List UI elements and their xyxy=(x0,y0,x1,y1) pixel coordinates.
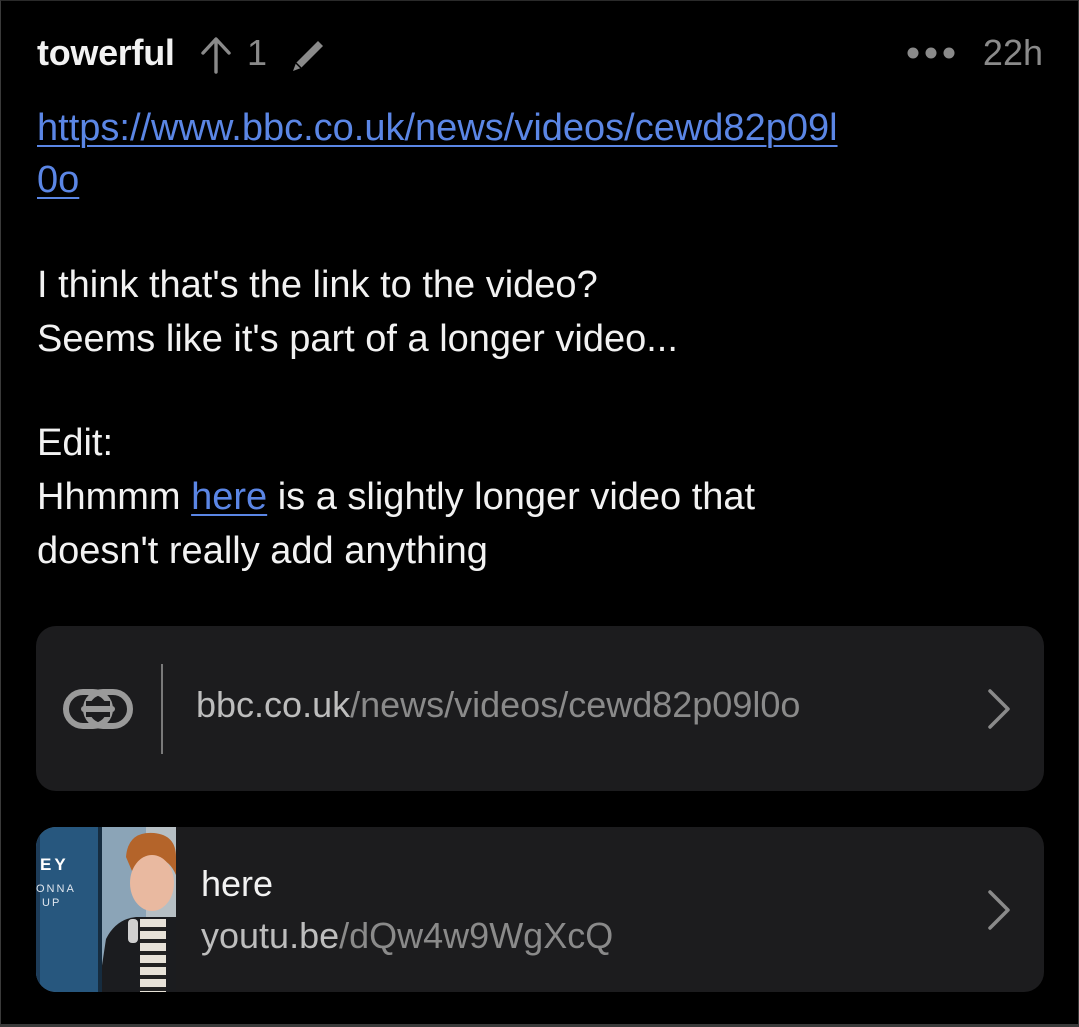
video-thumbnail: EY ONNA UP xyxy=(36,827,176,992)
upvote-count: 1 xyxy=(247,32,268,73)
thumb-text: UP xyxy=(42,897,62,909)
youtube-card-path: /dQw4w9WgXcQ xyxy=(339,915,614,956)
bbc-card-host: bbc.co.uk xyxy=(196,684,351,725)
comment-text-line: I think that's the link to the video? xyxy=(37,264,598,306)
chevron-right-icon xyxy=(988,689,1010,729)
arrow-up-icon[interactable] xyxy=(198,34,234,74)
card-divider xyxy=(161,664,163,754)
thumb-text: EY xyxy=(40,855,69,874)
comment-text-line: Seems like it's part of a longer video..… xyxy=(37,318,678,360)
youtube-card-url: youtu.be/dQw4w9WgXcQ xyxy=(201,915,613,957)
pencil-icon[interactable] xyxy=(288,34,330,76)
comment-author[interactable]: towerful xyxy=(37,32,175,74)
edit-text-line: doesn't really add anything xyxy=(37,530,488,572)
inline-here-link[interactable]: here xyxy=(191,476,267,518)
comment-timestamp: 22h xyxy=(982,32,1043,73)
comment-link-line1[interactable]: https://www.bbc.co.uk/news/videos/cewd82… xyxy=(37,107,838,149)
youtube-card-title: here xyxy=(201,863,274,904)
chevron-right-icon xyxy=(988,890,1010,930)
bbc-card-url: bbc.co.uk/news/videos/cewd82p09l0o xyxy=(196,684,800,726)
comment-paragraph: I think that's the link to the video? Se… xyxy=(37,258,1037,366)
edit-suffix: is a slightly longer video that xyxy=(267,476,756,518)
bbc-card-path: /news/videos/cewd82p09l0o xyxy=(350,684,801,725)
more-dots-icon[interactable] xyxy=(907,46,955,60)
youtube-card-host: youtu.be xyxy=(201,915,340,956)
edit-label: Edit: xyxy=(37,422,114,464)
comment-link[interactable]: https://www.bbc.co.uk/news/videos/cewd82… xyxy=(37,102,1037,206)
comment-edit-paragraph: Edit: Hhmmm here is a slightly longer vi… xyxy=(37,416,1037,578)
youtube-link-card[interactable]: EY ONNA UP here youtu.be/dQw4w9WgXcQ xyxy=(36,827,1044,992)
edit-prefix: Hhmmm xyxy=(37,476,192,518)
thumb-text: ONNA xyxy=(36,883,76,895)
comment-header: towerful 1 22h xyxy=(37,28,1043,80)
comment-link-line2[interactable]: 0o xyxy=(37,159,79,201)
chain-link-icon xyxy=(63,689,133,729)
bbc-link-card[interactable]: bbc.co.uk/news/videos/cewd82p09l0o xyxy=(36,626,1044,791)
